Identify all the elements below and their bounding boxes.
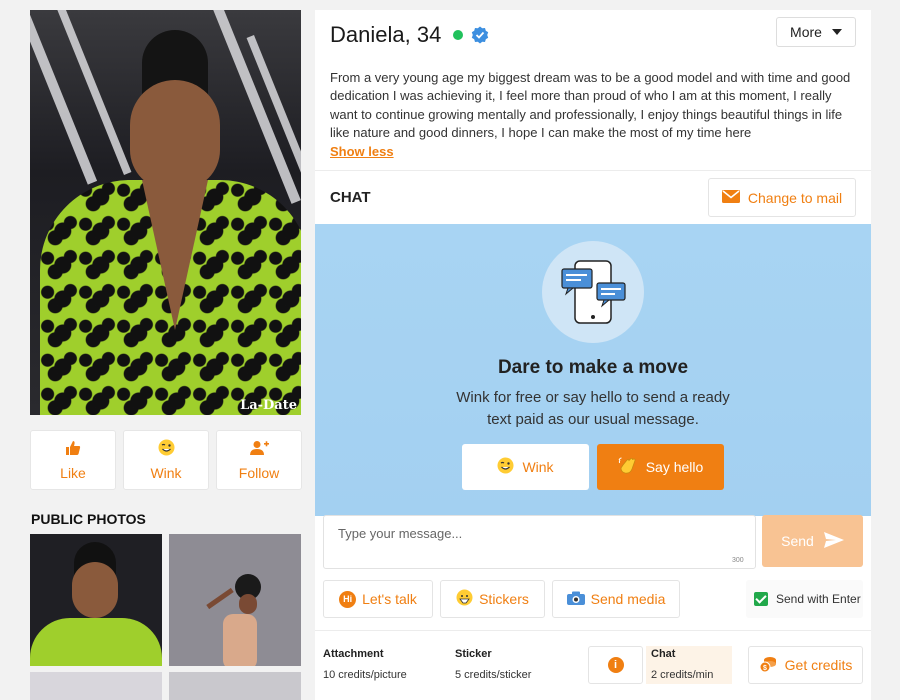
hero-description: Wink for free or say hello to send a rea… [456,389,730,428]
sticker-emoji-icon [456,589,473,609]
get-credits-button[interactable]: $ Get credits [748,646,863,684]
profile-bio: From a very young age my biggest dream w… [330,70,851,140]
send-with-enter-label: Send with Enter [776,592,861,606]
public-photo-thumbnail[interactable] [169,672,301,700]
public-photos-title: PUBLIC PHOTOS [31,511,146,527]
send-button[interactable]: Send [762,515,863,567]
send-media-button[interactable]: Send media [552,580,680,618]
divider [315,170,871,171]
like-label: Like [60,464,86,481]
stickers-button[interactable]: Stickers [440,580,545,618]
change-to-mail-label: Change to mail [747,189,843,206]
chat-price-label: Chat [651,648,676,660]
send-arrow-icon [823,531,844,551]
hi-bubble-icon: Hi [339,590,357,608]
send-with-enter-checkbox[interactable] [754,592,768,606]
show-less-link[interactable]: Show less [330,144,394,159]
send-label: Send [781,533,814,549]
profile-name: Daniela, 34 [330,22,442,47]
profile-panel: Daniela, 34 More From a very young age m… [315,10,871,700]
send-with-enter-toggle[interactable]: Send with Enter [746,580,863,618]
pricing-info-button[interactable]: i [588,646,643,684]
chat-section-title: CHAT [330,189,371,206]
attachment-price-label: Attachment [323,648,384,660]
say-hello-label: Say hello [645,459,704,475]
follow-label: Follow [238,464,280,481]
photo-watermark: La-Date [240,398,297,413]
stickers-label: Stickers [479,591,529,607]
lets-talk-label: Let's talk [362,591,417,607]
hero-title: Dare to make a move [497,357,689,378]
info-icon: i [607,657,624,673]
lets-talk-button[interactable]: Hi Let's talk [323,580,433,618]
wink-label: Wink [150,465,182,481]
profile-header: Daniela, 34 [330,20,489,50]
wink-emoji-icon [497,457,514,477]
get-credits-label: Get credits [784,657,853,673]
follow-button[interactable]: Follow [216,430,302,490]
wink-button[interactable]: Wink [462,444,589,490]
sticker-price-label: Sticker [455,648,492,660]
photo-face [130,80,220,190]
chat-illustration [542,241,644,343]
waving-hand-icon [618,456,638,479]
wink-emoji-icon [158,439,175,461]
public-photo-thumbnail[interactable] [30,672,162,700]
character-counter: 300 [732,557,744,564]
say-hello-button[interactable]: Say hello [597,444,724,490]
phone-chat-icon [561,260,626,324]
svg-text:$: $ [763,665,767,672]
wink-button-label: Wink [522,459,554,475]
more-label: More [790,24,822,40]
verified-badge-icon [471,26,489,44]
message-input[interactable] [323,515,756,569]
chat-intro-banner: Dare to make a move Wink for free or say… [315,224,871,516]
coins-icon: $ [759,655,777,676]
public-photo-thumbnail[interactable] [30,534,162,666]
public-photo-thumbnail[interactable] [169,534,301,666]
mail-icon [721,189,740,206]
chevron-down-icon [831,29,842,35]
divider [315,630,871,631]
wink-action-button[interactable]: Wink [123,430,209,490]
like-button[interactable]: Like [30,430,116,490]
change-to-mail-button[interactable]: Change to mail [708,178,856,217]
online-status-icon [453,30,464,40]
attachment-price-value: 10 credits/picture [323,669,407,681]
camera-icon [566,591,585,608]
more-dropdown[interactable]: More [776,17,856,47]
sticker-price-value: 5 credits/sticker [455,669,532,681]
profile-main-photo[interactable]: La-Date [30,10,301,415]
chat-price-value: 2 credits/min [651,669,714,681]
send-media-label: Send media [590,591,666,607]
thumbs-up-icon [65,440,81,461]
add-user-icon [249,440,269,461]
